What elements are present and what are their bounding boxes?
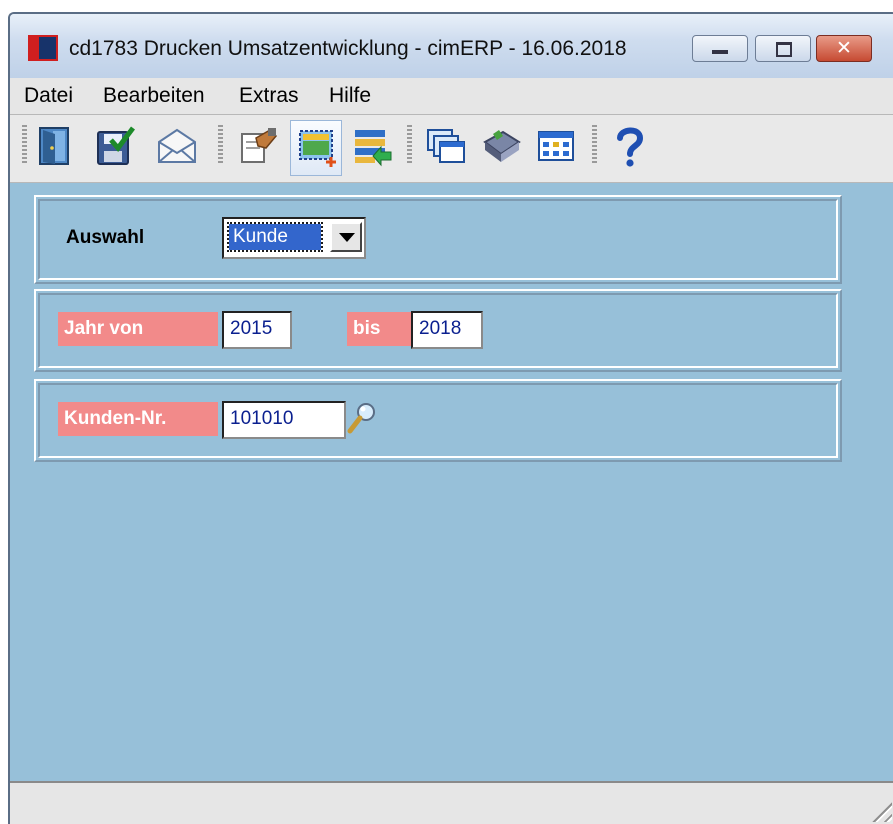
exit-door-icon [39,127,69,165]
window-stack-button[interactable] [420,120,472,176]
help-button[interactable] [604,120,656,176]
menu-bearbeiten[interactable]: Bearbeiten [103,84,205,108]
list-import-icon [355,130,392,167]
book-icon [483,130,521,162]
toolbar-separator [22,125,27,165]
toolbar [10,115,893,183]
calendar-grid-icon [538,131,574,161]
menu-extras[interactable]: Extras [239,84,299,108]
book-button[interactable] [475,120,527,176]
menu-datei[interactable]: Datei [24,84,73,108]
list-import-button[interactable] [347,120,399,176]
auswahl-select[interactable]: Kunde [222,217,366,259]
menu-bar: Datei Bearbeiten Extras Hilfe [10,78,893,115]
calendar-button[interactable] [530,120,582,176]
selection-panel: Auswahl Kunde [34,195,842,284]
toolbar-separator [592,125,597,165]
maximize-button[interactable] [755,35,811,62]
kunden-nr-label: Kunden-Nr. [58,402,218,436]
edit-button[interactable] [232,120,284,176]
window-stack-icon [427,129,465,163]
help-question-icon [617,127,644,167]
new-selection-icon [299,130,336,167]
client-area: Auswahl Kunde Jahr von 2015 bis 2018 Kun… [10,183,893,781]
title-bar[interactable]: cd1783 Drucken Umsatzentwicklung - cimER… [10,14,893,78]
close-button[interactable]: ✕ [816,35,872,62]
kunden-nr-input[interactable]: 101010 [222,401,346,439]
save-button[interactable] [89,120,141,176]
resize-grip-icon[interactable] [868,798,892,822]
auswahl-label: Auswahl [66,227,145,248]
new-selection-button[interactable] [290,120,342,176]
bis-label: bis [347,312,413,346]
save-check-icon [97,126,135,165]
minimize-button[interactable] [692,35,748,62]
mail-button[interactable] [151,120,203,176]
status-bar [10,781,893,824]
edit-hand-icon [241,128,278,163]
mail-envelope-icon [158,128,196,163]
toolbar-separator [218,125,223,165]
jahr-bis-input[interactable]: 2018 [411,311,483,349]
year-range-panel: Jahr von 2015 bis 2018 [34,289,842,372]
application-window: cd1783 Drucken Umsatzentwicklung - cimER… [8,12,893,824]
jahr-von-input[interactable]: 2015 [222,311,292,349]
magnifier-icon[interactable] [345,401,379,437]
customer-panel: Kunden-Nr. 101010 [34,379,842,462]
exit-button[interactable] [31,120,83,176]
close-icon: ✕ [836,38,852,59]
jahr-von-label: Jahr von [58,312,218,346]
app-icon [28,35,58,61]
chevron-down-icon[interactable] [330,222,362,252]
window-title: cd1783 Drucken Umsatzentwicklung - cimER… [69,37,627,60]
toolbar-separator [407,125,412,165]
menu-hilfe[interactable]: Hilfe [329,84,371,108]
auswahl-selected-value[interactable]: Kunde [227,222,323,252]
